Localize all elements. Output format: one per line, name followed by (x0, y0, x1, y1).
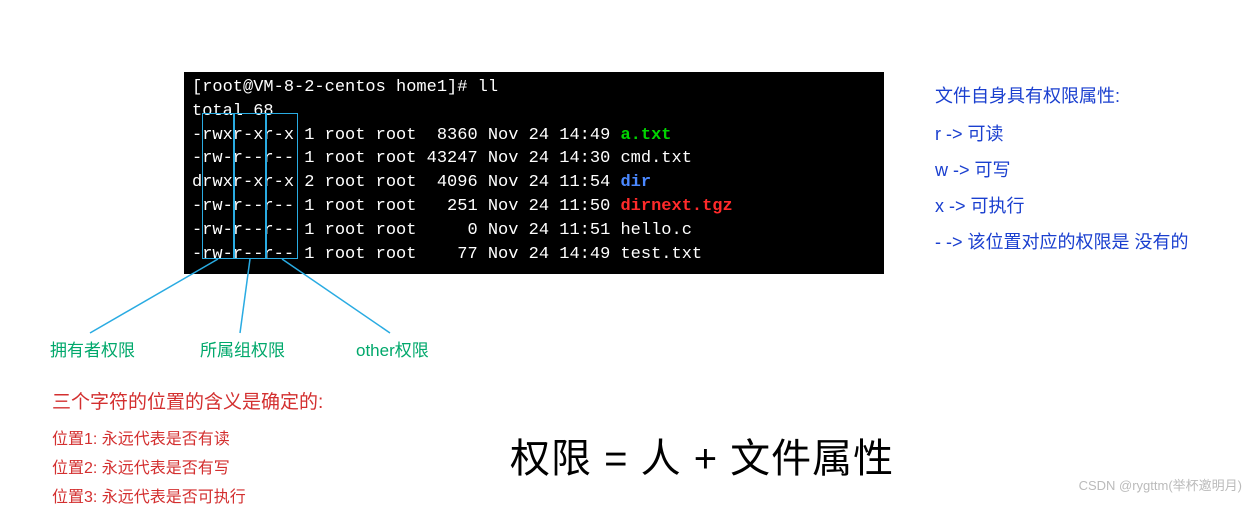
attr-r: r -> 可读 (935, 116, 1189, 152)
equation-text: 权限 = 人 + 文件属性 (510, 426, 894, 484)
terminal-row: -rwxr-xr-x 1 root root 8360 Nov 24 14:49… (192, 124, 876, 148)
file-name: cmd.txt (620, 149, 691, 168)
terminal-total-line: total 68 (192, 100, 876, 124)
terminal-window: [root@VM-8-2-centos home1]# ll total 68 … (184, 72, 884, 274)
red-p3: 位置3: 永远代表是否可执行 (52, 484, 323, 513)
file-name: a.txt (620, 126, 671, 145)
terminal-prompt-line: [root@VM-8-2-centos home1]# ll (192, 76, 876, 100)
terminal-row: -rw-r--r-- 1 root root 0 Nov 24 11:51 he… (192, 219, 876, 243)
label-owner: 拥有者权限 (50, 336, 135, 361)
file-name: hello.c (620, 221, 691, 240)
file-name: dirnext.tgz (620, 197, 732, 216)
file-name: test.txt (620, 245, 702, 264)
label-group: 所属组权限 (200, 336, 285, 361)
attr-w: w -> 可写 (935, 152, 1189, 188)
red-heading: 三个字符的位置的含义是确定的: (52, 386, 323, 420)
terminal-row: -rw-r--r-- 1 root root 43247 Nov 24 14:3… (192, 147, 876, 171)
red-p1: 位置1: 永远代表是否有读 (52, 426, 323, 455)
attr-x: x -> 可执行 (935, 188, 1189, 224)
label-other: other权限 (356, 336, 429, 361)
attr-dash: - -> 该位置对应的权限是 没有的 (935, 224, 1189, 260)
watermark: CSDN @rygttm(举杯邀明月) (1079, 475, 1242, 494)
terminal-row: drwxr-xr-x 2 root root 4096 Nov 24 11:54… (192, 171, 876, 195)
file-name: dir (620, 173, 651, 192)
permission-attributes-panel: 文件自身具有权限属性: r -> 可读 w -> 可写 x -> 可执行 - -… (935, 78, 1189, 260)
terminal-row: -rw-r--r-- 1 root root 77 Nov 24 14:49 t… (192, 243, 876, 267)
red-p2: 位置2: 永远代表是否有写 (52, 455, 323, 484)
position-meaning-section: 三个字符的位置的含义是确定的: 位置1: 永远代表是否有读 位置2: 永远代表是… (52, 386, 323, 513)
terminal-row: -rw-r--r-- 1 root root 251 Nov 24 11:50 … (192, 195, 876, 219)
attr-title: 文件自身具有权限属性: (935, 78, 1189, 114)
terminal-listing: -rwxr-xr-x 1 root root 8360 Nov 24 14:49… (192, 124, 876, 267)
